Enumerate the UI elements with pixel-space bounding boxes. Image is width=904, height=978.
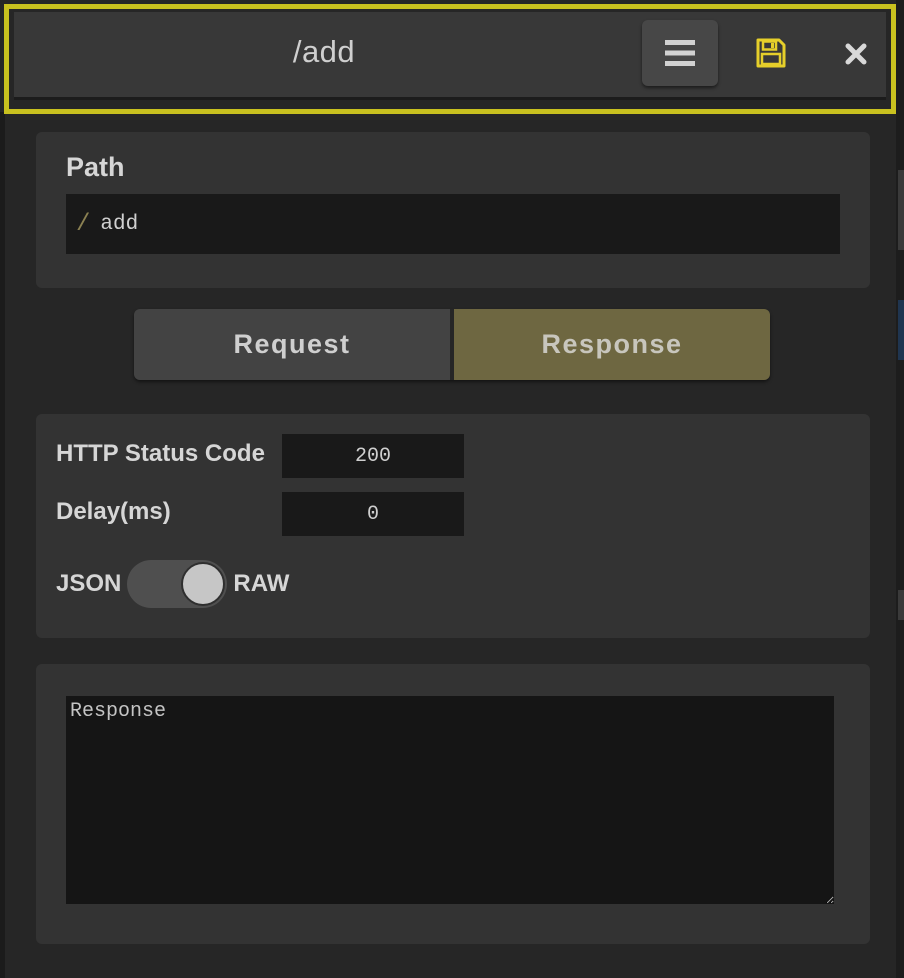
json-raw-toggle[interactable] bbox=[127, 560, 228, 608]
json-label: JSON bbox=[56, 570, 122, 597]
response-settings: HTTP Status Code Delay(ms) JSON RAW bbox=[36, 414, 870, 638]
delay-input[interactable] bbox=[282, 492, 464, 536]
path-prefix: / bbox=[76, 210, 91, 238]
tab-request[interactable]: Request bbox=[134, 309, 454, 380]
response-body-section bbox=[36, 664, 870, 944]
background-app-edge bbox=[896, 0, 904, 978]
close-x-icon bbox=[845, 43, 867, 65]
delay-label: Delay(ms) bbox=[56, 498, 171, 525]
close-button[interactable] bbox=[834, 30, 878, 78]
path-input[interactable] bbox=[100, 212, 801, 236]
tab-response[interactable]: Response bbox=[454, 309, 770, 380]
route-editor-window: /add Path / add Request Response HTTP St… bbox=[0, 0, 904, 978]
route-title: /add bbox=[292, 34, 356, 69]
format-toggle-row: JSON RAW bbox=[56, 560, 289, 608]
status-code-label: HTTP Status Code bbox=[56, 440, 265, 467]
menu-button[interactable] bbox=[642, 20, 718, 86]
save-button[interactable] bbox=[746, 28, 796, 78]
status-code-input[interactable] bbox=[282, 434, 464, 478]
path-field: / bbox=[66, 194, 840, 254]
window-left-border bbox=[0, 112, 5, 978]
request-response-tabs: Request Response bbox=[134, 309, 770, 380]
header-bar: /add bbox=[14, 12, 886, 100]
path-section: Path / bbox=[36, 132, 870, 288]
hamburger-menu-icon bbox=[665, 40, 695, 66]
toggle-knob bbox=[181, 562, 226, 606]
response-body-textarea[interactable] bbox=[66, 696, 834, 904]
floppy-disk-icon bbox=[756, 38, 786, 68]
raw-label: RAW bbox=[233, 570, 290, 597]
path-label: Path bbox=[66, 152, 125, 182]
